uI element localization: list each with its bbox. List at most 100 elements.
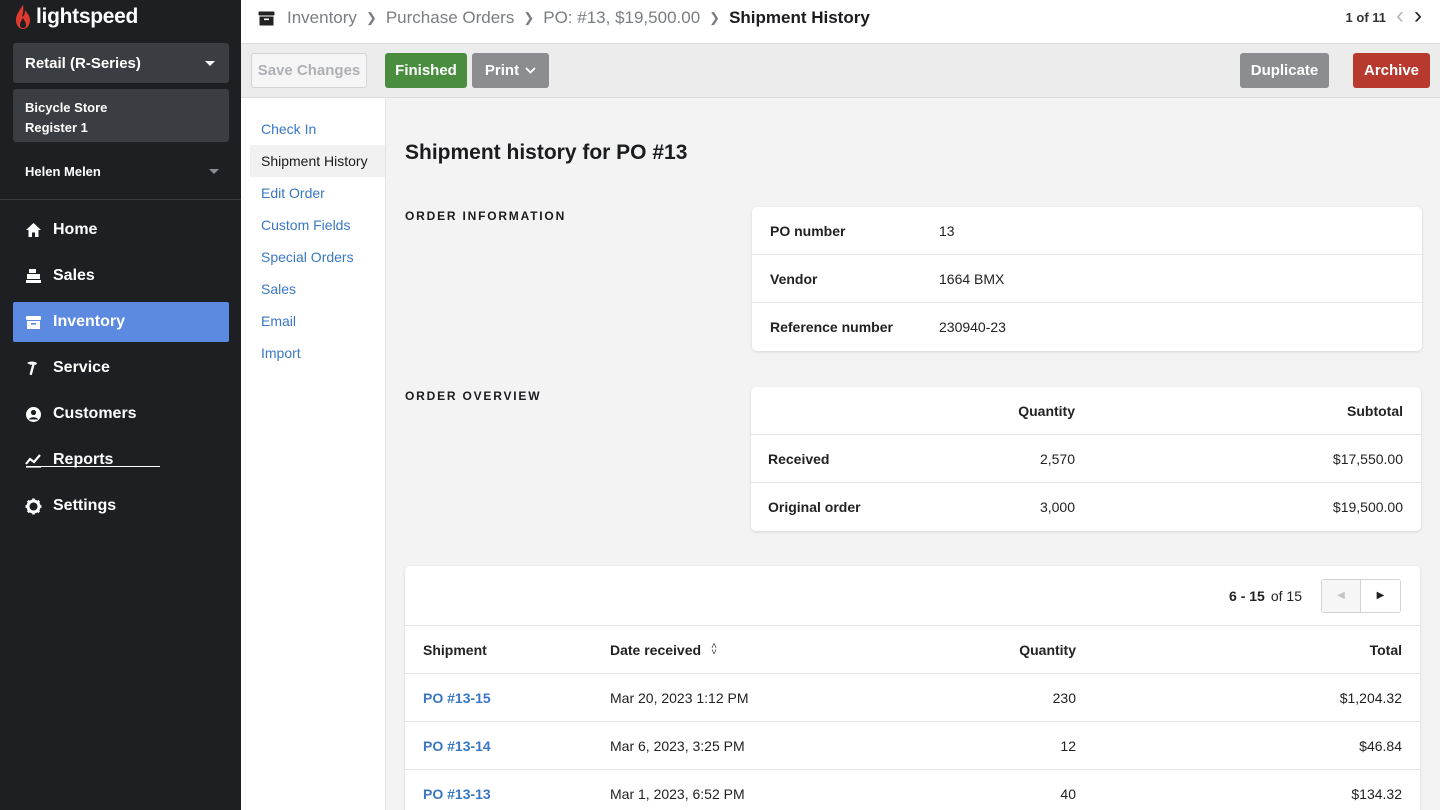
quantity-cell: 12	[1060, 737, 1076, 754]
overview-row-label: Original order	[768, 499, 861, 515]
caret-down-icon	[209, 168, 219, 174]
duplicate-button[interactable]: Duplicate	[1240, 53, 1329, 88]
sidebar: lightspeed Retail (R-Series) Bicycle Sto…	[0, 0, 241, 810]
info-key: Reference number	[770, 319, 893, 335]
column-header-quantity: Quantity	[1019, 641, 1076, 658]
order-information-label: ORDER INFORMATION	[405, 209, 567, 223]
date-received: Mar 1, 2023, 6:52 PM	[610, 785, 745, 802]
table-row: PO #13-13 Mar 1, 2023, 6:52 PM 40 $134.3…	[405, 770, 1420, 810]
breadcrumb-po[interactable]: PO: #13, $19,500.00	[543, 8, 700, 28]
store-selector[interactable]: Retail (R-Series)	[13, 43, 229, 83]
overview-quantity-header: Quantity	[1018, 402, 1075, 419]
chevron-left-icon[interactable]: ‹	[1396, 3, 1404, 28]
column-header-total: Total	[1369, 641, 1402, 658]
page-title: Shipment history for PO #13	[405, 141, 688, 164]
breadcrumb: Inventory ❯ Purchase Orders ❯ PO: #13, $…	[258, 0, 870, 36]
save-changes-button[interactable]: Save Changes	[251, 53, 367, 88]
subnav-check-in[interactable]: Check In	[241, 113, 385, 145]
nav-item-sales[interactable]: Sales	[13, 256, 229, 296]
total-cell: $46.84	[1359, 737, 1402, 754]
caret-right-icon: ▶	[1376, 590, 1385, 601]
table-header-row: Shipment Date received ˄ ˅ Quantity Total	[405, 626, 1420, 674]
chevron-down-icon	[525, 67, 536, 74]
subnav-import[interactable]: Import	[241, 337, 385, 369]
shipment-link[interactable]: PO #13-14	[405, 738, 610, 754]
finished-button[interactable]: Finished	[385, 53, 467, 88]
order-overview-label: ORDER OVERVIEW	[405, 389, 542, 403]
overview-subtotal-header: Subtotal	[1347, 402, 1403, 419]
nav-label: Home	[53, 221, 98, 238]
toolbar: Save Changes Finished Print Duplicate Ar…	[241, 44, 1440, 98]
subnav-special-orders[interactable]: Special Orders	[241, 241, 385, 273]
register-name: Register 1	[25, 120, 88, 135]
subnav-custom-fields[interactable]: Custom Fields	[241, 209, 385, 241]
chevron-right-icon[interactable]: ›	[1414, 3, 1422, 28]
overview-row: Original order 3,000 $19,500.00	[751, 483, 1421, 531]
shipment-link[interactable]: PO #13-15	[405, 690, 610, 706]
nav-item-home[interactable]: Home	[13, 210, 229, 250]
reports-underline	[26, 466, 160, 467]
subnav-email[interactable]: Email	[241, 305, 385, 337]
gear-icon	[24, 497, 42, 515]
info-key: PO number	[770, 222, 846, 239]
nav-item-service[interactable]: Service	[13, 348, 229, 388]
nav-label: Service	[53, 359, 110, 376]
breadcrumb-purchase-orders[interactable]: Purchase Orders	[386, 8, 515, 28]
divider	[0, 199, 241, 200]
overview-row-subtotal: $17,550.00	[1332, 450, 1403, 467]
chevron-right-icon: ❯	[365, 10, 377, 25]
subnav-sales[interactable]: Sales	[241, 273, 385, 305]
shipment-link[interactable]: PO #13-13	[405, 786, 610, 802]
brand-name: lightspeed	[36, 5, 139, 28]
caret-left-icon: ◀	[1337, 590, 1345, 601]
lightspeed-logo[interactable]: lightspeed	[14, 4, 138, 30]
overview-row-quantity: 2,570	[1039, 450, 1075, 467]
archive-button[interactable]: Archive	[1353, 53, 1430, 88]
chevron-right-icon: ❯	[709, 10, 721, 25]
nav-item-inventory[interactable]: Inventory	[13, 302, 229, 342]
print-button[interactable]: Print	[472, 53, 549, 88]
main-content: Shipment history for PO #13 ORDER INFORM…	[386, 98, 1440, 810]
quantity-cell: 230	[1052, 689, 1076, 706]
subnav-shipment-history[interactable]: Shipment History	[250, 145, 385, 177]
store-name: Bicycle Store	[25, 100, 108, 115]
user-menu[interactable]: Helen Melen	[13, 158, 229, 184]
table-pager: 6 - 15 of 15 ◀ ▶	[405, 566, 1420, 626]
info-key: Vendor	[770, 270, 818, 287]
pager-range: 6 - 15	[1229, 587, 1265, 604]
subnav-edit-order[interactable]: Edit Order	[241, 177, 385, 209]
sort-icon[interactable]: ˄ ˅	[711, 641, 717, 657]
column-header-shipment: Shipment	[423, 641, 487, 658]
store-selector-label: Retail (R-Series)	[25, 54, 141, 72]
order-overview-card: Quantity Subtotal Received 2,570 $17,550…	[751, 387, 1421, 531]
record-pager-count: 1 of 11	[1345, 9, 1386, 25]
flame-logo-icon	[16, 5, 30, 29]
date-received: Mar 20, 2023 1:12 PM	[610, 689, 749, 706]
caret-down-icon	[205, 60, 215, 66]
inventory-box-icon	[24, 313, 42, 331]
print-button-label: Print	[484, 62, 520, 79]
total-cell: $134.32	[1351, 785, 1402, 802]
pager-buttons: ◀ ▶	[1321, 578, 1401, 613]
next-page-button[interactable]: ▶	[1361, 579, 1400, 612]
shipments-table: 6 - 15 of 15 ◀ ▶ Shipment Date received …	[405, 566, 1420, 810]
overview-row-subtotal: $19,500.00	[1332, 499, 1403, 515]
breadcrumb-inventory[interactable]: Inventory	[287, 8, 357, 28]
user-name: Helen Melen	[25, 163, 101, 179]
person-icon	[24, 405, 42, 423]
overview-row-label: Received	[768, 450, 830, 467]
header: Inventory ❯ Purchase Orders ❯ PO: #13, $…	[241, 0, 1440, 44]
nav-item-settings[interactable]: Settings	[13, 486, 229, 526]
register-info[interactable]: Bicycle Store Register 1	[13, 89, 229, 142]
chevron-right-icon: ❯	[523, 10, 535, 25]
total-cell: $1,204.32	[1339, 689, 1402, 706]
column-header-date-received[interactable]: Date received ˄ ˅	[610, 641, 870, 658]
info-value: 1664 BMX	[939, 270, 1005, 287]
nav-item-reports[interactable]: Reports	[13, 440, 229, 480]
table-row: PO #13-15 Mar 20, 2023 1:12 PM 230 $1,20…	[405, 674, 1420, 722]
nav-label: Inventory	[53, 313, 126, 330]
previous-page-button[interactable]: ◀	[1322, 579, 1361, 612]
nav-item-customers[interactable]: Customers	[13, 394, 229, 434]
info-row: Reference number 230940-23	[752, 303, 1422, 351]
overview-header-row: Quantity Subtotal	[751, 387, 1421, 435]
